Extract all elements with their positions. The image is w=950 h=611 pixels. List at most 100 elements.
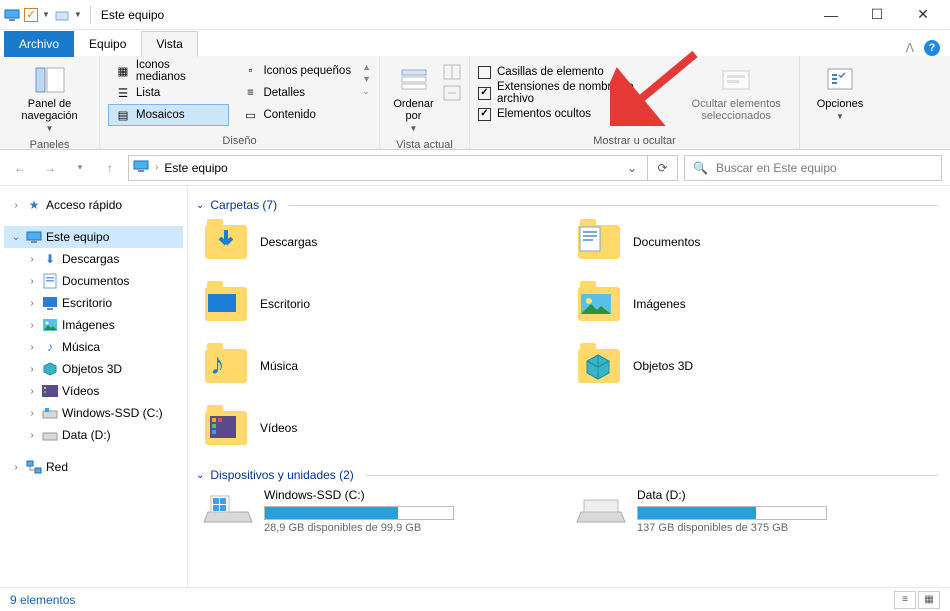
content-icon: ▭	[242, 107, 258, 123]
layout-contenido[interactable]: ▭Contenido	[235, 104, 358, 126]
layout-expand-icon[interactable]: ⌄	[362, 86, 371, 97]
download-icon: ⬇	[42, 251, 58, 267]
search-placeholder: Buscar en Este equipo	[716, 161, 837, 175]
layout-mosaicos[interactable]: ▤Mosaicos	[108, 104, 229, 126]
panel-navegacion-button[interactable]: Panel de navegación ▼	[11, 60, 89, 137]
list-icon: ☰	[115, 85, 131, 101]
drive-os-icon	[202, 488, 254, 528]
expand-icon[interactable]: ›	[26, 386, 38, 397]
tree-drive-c[interactable]: ›Windows-SSD (C:)	[4, 402, 183, 424]
expand-icon[interactable]: ›	[26, 320, 38, 331]
refresh-button[interactable]: ⟳	[648, 155, 678, 181]
layout-lista[interactable]: ☰Lista	[108, 82, 229, 104]
tree-objetos3d[interactable]: ›Objetos 3D	[4, 358, 183, 380]
tree-drive-d[interactable]: ›Data (D:)	[4, 424, 183, 446]
drive-c-bar	[264, 506, 454, 520]
expand-icon[interactable]: ›	[26, 276, 38, 287]
ocultar-seleccionados-button[interactable]: Ocultar elementos seleccionados	[681, 60, 791, 126]
sizecol-icon[interactable]	[443, 85, 461, 104]
options-icon	[824, 64, 856, 96]
tree-quick-access[interactable]: ›★Acceso rápido	[4, 194, 183, 216]
collapse-icon[interactable]: ⌄	[196, 200, 204, 211]
music-icon: ♪	[42, 339, 58, 355]
tree-este-equipo[interactable]: ⌄Este equipo	[4, 226, 183, 248]
expand-icon[interactable]: ›	[26, 254, 38, 265]
expand-icon[interactable]: ›	[26, 342, 38, 353]
address-bar[interactable]: › Este equipo ⌄	[128, 155, 648, 181]
folder-videos[interactable]: Vídeos	[202, 404, 565, 452]
breadcrumb[interactable]: Este equipo	[164, 161, 227, 175]
qat-dropdown2-icon[interactable]: ▼	[74, 10, 82, 19]
folder-descargas[interactable]: Descargas	[202, 218, 565, 266]
help-icon[interactable]: ?	[924, 40, 940, 56]
view-tiles-button[interactable]: ▦	[918, 591, 940, 609]
addcol-icon[interactable]	[443, 64, 461, 83]
tab-archivo[interactable]: Archivo	[4, 31, 74, 57]
chk-ocultos[interactable]: Elementos ocultos	[478, 104, 673, 124]
tree-imagenes[interactable]: ›Imágenes	[4, 314, 183, 336]
layout-scroll-up-icon[interactable]: ▲	[362, 62, 371, 72]
tree-escritorio[interactable]: ›Escritorio	[4, 292, 183, 314]
back-button[interactable]: ←	[8, 156, 32, 180]
pc-icon	[4, 7, 20, 23]
folder-objetos3d[interactable]: Objetos 3D	[575, 342, 938, 390]
nav-bar: ← → ▾ ↑ › Este equipo ⌄ ⟳ 🔍 Buscar en Es…	[0, 150, 950, 186]
opciones-button[interactable]: Opciones ▼	[808, 60, 872, 125]
search-box[interactable]: 🔍 Buscar en Este equipo	[684, 155, 942, 181]
tree-videos[interactable]: ›Vídeos	[4, 380, 183, 402]
folder-documentos[interactable]: Documentos	[575, 218, 938, 266]
content-pane: ⌄ Carpetas (7) Descargas Documentos Escr…	[188, 186, 950, 587]
collapse-ribbon-icon[interactable]: ᐱ	[906, 41, 914, 55]
folder-download-icon	[202, 218, 250, 266]
maximize-button[interactable]: ☐	[854, 0, 900, 30]
section-folders-header[interactable]: ⌄ Carpetas (7)	[196, 198, 938, 212]
title-bar: ✓ ▼ ▼ Este equipo — ☐ ✕	[0, 0, 950, 30]
check-icon[interactable]: ✓	[24, 8, 38, 22]
checkbox-on-icon	[478, 87, 491, 100]
section-drives-header[interactable]: ⌄ Dispositivos y unidades (2)	[196, 468, 938, 482]
expand-icon[interactable]: ›	[26, 430, 38, 441]
ordenar-por-button[interactable]: Ordenar por ▼	[388, 60, 439, 137]
tree-red[interactable]: ›Red	[4, 456, 183, 478]
expand-icon[interactable]: ›	[10, 462, 22, 473]
qat-dropdown-icon[interactable]: ▼	[42, 10, 50, 19]
view-details-button[interactable]: ≡	[894, 591, 916, 609]
recent-dropdown[interactable]: ▾	[68, 156, 92, 180]
collapse-icon[interactable]: ⌄	[10, 232, 22, 243]
chevron-right-icon[interactable]: ›	[155, 162, 158, 173]
folder-musica[interactable]: ♪Música	[202, 342, 565, 390]
drive-icon	[42, 427, 58, 443]
minimize-button[interactable]: —	[808, 0, 854, 30]
nav-tree: ›★Acceso rápido ⌄Este equipo ›⬇Descargas…	[0, 186, 188, 587]
navpane-icon	[34, 64, 66, 96]
layout-detalles[interactable]: ≡Detalles	[235, 82, 358, 104]
chk-casillas[interactable]: Casillas de elemento	[478, 62, 673, 82]
collapse-icon[interactable]: ⌄	[196, 470, 204, 481]
tree-documentos[interactable]: ›Documentos	[4, 270, 183, 292]
close-button[interactable]: ✕	[900, 0, 946, 30]
layout-scroll-down-icon[interactable]: ▼	[362, 74, 371, 84]
address-dropdown-icon[interactable]: ⌄	[621, 161, 643, 175]
forward-button[interactable]: →	[38, 156, 62, 180]
layout-iconos-pequenos[interactable]: ▫Iconos pequeños	[235, 60, 358, 82]
status-bar: 9 elementos ≡ ▦	[0, 587, 950, 611]
drive-c[interactable]: Windows-SSD (C:) 28,9 GB disponibles de …	[202, 488, 565, 534]
expand-icon[interactable]: ›	[26, 408, 38, 419]
chk-extensiones[interactable]: Extensiones de nombre de archivo	[478, 83, 673, 103]
expand-icon[interactable]: ›	[26, 298, 38, 309]
window-title: Este equipo	[101, 8, 164, 22]
folder-imagenes[interactable]: Imágenes	[575, 280, 938, 328]
drive-d-name: Data (D:)	[637, 488, 938, 502]
tree-musica[interactable]: ›♪Música	[4, 336, 183, 358]
video-icon	[42, 383, 58, 399]
layout-iconos-medianos[interactable]: ▦Iconos medianos	[108, 60, 229, 82]
tab-vista[interactable]: Vista	[141, 31, 197, 57]
folder-escritorio[interactable]: Escritorio	[202, 280, 565, 328]
tab-equipo[interactable]: Equipo	[74, 31, 141, 57]
expand-icon[interactable]: ›	[10, 200, 22, 211]
drive-d[interactable]: Data (D:) 137 GB disponibles de 375 GB	[575, 488, 938, 534]
expand-icon[interactable]: ›	[26, 364, 38, 375]
tree-descargas[interactable]: ›⬇Descargas	[4, 248, 183, 270]
up-button[interactable]: ↑	[98, 156, 122, 180]
details-icon: ≡	[242, 85, 258, 101]
